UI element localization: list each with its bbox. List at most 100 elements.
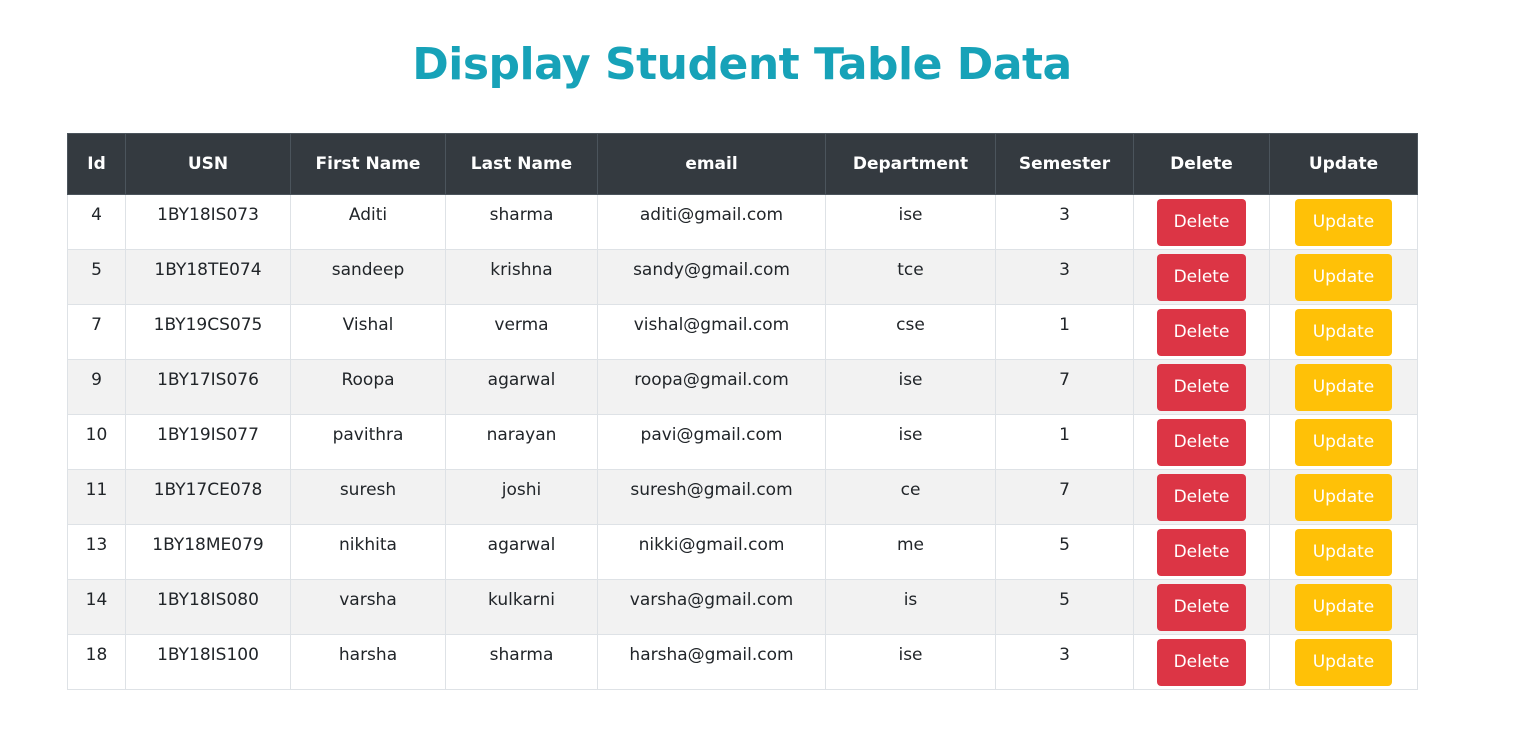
cell-last-name: sharma (445, 194, 598, 250)
cell-first-name-text: harsha (338, 645, 398, 665)
column-header-update: Update (1269, 133, 1418, 195)
cell-last-name-text: narayan (486, 425, 557, 445)
cell-department: ce (825, 469, 996, 525)
cell-last-name-text: kulkarni (488, 590, 555, 610)
update-button[interactable]: Update (1295, 638, 1392, 686)
update-button[interactable]: Update (1295, 473, 1392, 521)
cell-usn-text: 1BY18IS080 (157, 590, 259, 610)
cell-department-text: ce (900, 480, 921, 500)
cell-first-name-text: Roopa (341, 370, 395, 390)
table-body: 4 1BY18IS073 Aditi sharma aditi@gmail.com ise… (67, 194, 1418, 690)
cell-department: is (825, 579, 996, 635)
cell-update: Update (1269, 414, 1418, 470)
cell-usn: 1BY18IS100 (125, 634, 291, 690)
cell-usn-text: 1BY18IS100 (157, 645, 259, 665)
cell-last-name: joshi (445, 469, 598, 525)
table-row: 7 1BY19CS075 Vishal verma vishal@gmail.com cs… (67, 304, 1418, 360)
cell-department: ise (825, 414, 996, 470)
cell-email: pavi@gmail.com (597, 414, 826, 470)
cell-semester-text: 5 (1059, 535, 1070, 555)
delete-button[interactable]: Delete (1157, 363, 1246, 411)
cell-usn: 1BY19CS075 (125, 304, 291, 360)
column-header-delete: Delete (1133, 133, 1270, 195)
delete-button[interactable]: Delete (1157, 253, 1246, 301)
column-header-semester: Semester (995, 133, 1134, 195)
update-button[interactable]: Update (1295, 363, 1392, 411)
table-row: 18 1BY18IS100 harsha sharma harsha@gmail.com… (67, 634, 1418, 690)
cell-usn-text: 1BY17CE078 (153, 480, 263, 500)
delete-button[interactable]: Delete (1157, 473, 1246, 521)
cell-last-name: narayan (445, 414, 598, 470)
cell-email: vishal@gmail.com (597, 304, 826, 360)
cell-email: sandy@gmail.com (597, 249, 826, 305)
cell-id-text: 11 (85, 480, 108, 500)
cell-delete: Delete (1133, 469, 1270, 525)
update-button[interactable]: Update (1295, 198, 1392, 246)
cell-update: Update (1269, 634, 1418, 690)
cell-last-name-text: krishna (490, 260, 553, 280)
cell-delete: Delete (1133, 304, 1270, 360)
cell-delete: Delete (1133, 359, 1270, 415)
delete-button[interactable]: Delete (1157, 638, 1246, 686)
update-button[interactable]: Update (1295, 308, 1392, 356)
cell-update: Update (1269, 194, 1418, 250)
cell-first-name: suresh (290, 469, 446, 525)
cell-usn-text: 1BY17IS076 (157, 370, 259, 390)
cell-semester: 1 (995, 414, 1134, 470)
cell-last-name-text: joshi (501, 480, 542, 500)
cell-email-text: roopa@gmail.com (634, 370, 789, 390)
cell-id: 4 (67, 194, 126, 250)
update-button[interactable]: Update (1295, 583, 1392, 631)
update-button[interactable]: Update (1295, 528, 1392, 576)
update-button[interactable]: Update (1295, 253, 1392, 301)
delete-button[interactable]: Delete (1157, 418, 1246, 466)
cell-usn-text: 1BY19CS075 (153, 315, 263, 335)
cell-usn-text: 1BY19IS077 (157, 425, 259, 445)
cell-department: cse (825, 304, 996, 360)
cell-id-text: 18 (85, 645, 108, 665)
cell-usn: 1BY18TE074 (125, 249, 291, 305)
cell-semester: 5 (995, 579, 1134, 635)
cell-update: Update (1269, 469, 1418, 525)
cell-email-text: harsha@gmail.com (629, 645, 794, 665)
cell-id: 18 (67, 634, 126, 690)
cell-department: ise (825, 194, 996, 250)
cell-department: ise (825, 359, 996, 415)
cell-last-name-text: agarwal (487, 370, 556, 390)
cell-department-text: is (903, 590, 918, 610)
table-row: 14 1BY18IS080 varsha kulkarni varsha@gmail.c… (67, 579, 1418, 635)
delete-button[interactable]: Delete (1157, 198, 1246, 246)
cell-first-name: Vishal (290, 304, 446, 360)
cell-email-text: sandy@gmail.com (633, 260, 790, 280)
cell-semester-text: 1 (1059, 425, 1070, 445)
cell-email: varsha@gmail.com (597, 579, 826, 635)
update-button[interactable]: Update (1295, 418, 1392, 466)
column-header-email: email (597, 133, 826, 195)
cell-semester-text: 3 (1059, 645, 1070, 665)
cell-department-text: ise (898, 425, 923, 445)
table-row: 10 1BY19IS077 pavithra narayan pavi@gmail.co… (67, 414, 1418, 470)
delete-button[interactable]: Delete (1157, 308, 1246, 356)
cell-semester: 3 (995, 249, 1134, 305)
cell-usn: 1BY17IS076 (125, 359, 291, 415)
cell-usn: 1BY19IS077 (125, 414, 291, 470)
cell-last-name-text: verma (494, 315, 549, 335)
delete-button[interactable]: Delete (1157, 583, 1246, 631)
cell-usn-text: 1BY18IS073 (157, 205, 259, 225)
cell-update: Update (1269, 304, 1418, 360)
table-row: 9 1BY17IS076 Roopa agarwal roopa@gmail.com is… (67, 359, 1418, 415)
cell-usn-text: 1BY18ME079 (152, 535, 264, 555)
column-header-first-name: First Name (290, 133, 446, 195)
cell-email-text: suresh@gmail.com (630, 480, 793, 500)
cell-email-text: vishal@gmail.com (633, 315, 790, 335)
cell-department-text: ise (898, 645, 923, 665)
cell-usn: 1BY18ME079 (125, 524, 291, 580)
cell-first-name: varsha (290, 579, 446, 635)
delete-button[interactable]: Delete (1157, 528, 1246, 576)
cell-semester-text: 7 (1059, 370, 1070, 390)
cell-last-name: krishna (445, 249, 598, 305)
table-row: 4 1BY18IS073 Aditi sharma aditi@gmail.com ise… (67, 194, 1418, 250)
cell-id-text: 4 (91, 205, 102, 225)
cell-semester-text: 1 (1059, 315, 1070, 335)
cell-email-text: varsha@gmail.com (629, 590, 794, 610)
